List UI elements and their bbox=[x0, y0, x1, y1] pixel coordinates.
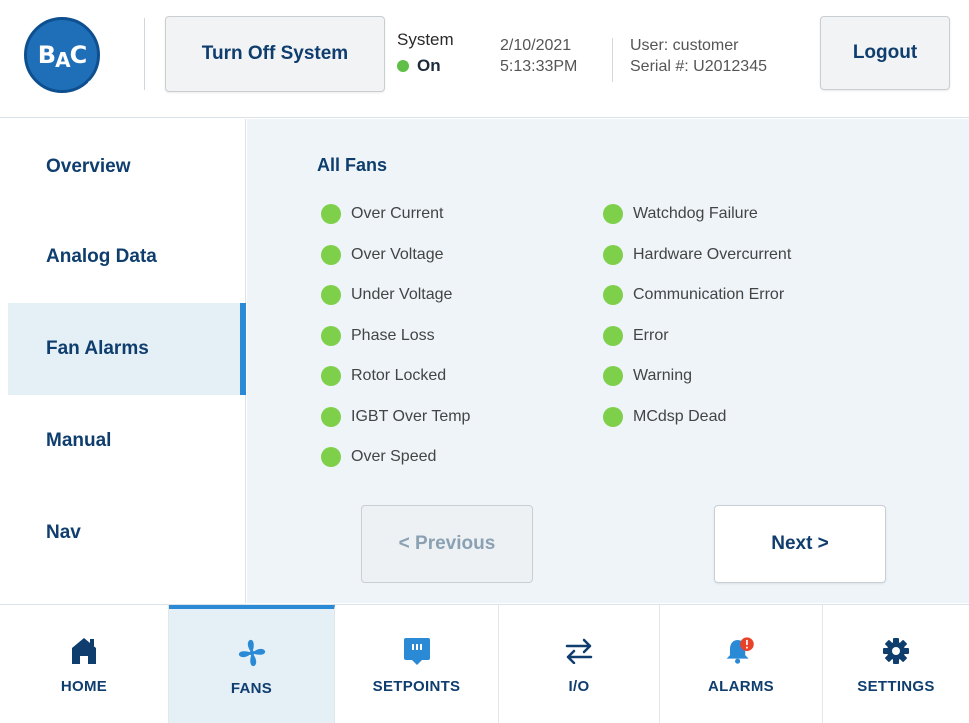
tab-alarms[interactable]: ALARMS bbox=[660, 605, 823, 723]
user-text: User: customer bbox=[630, 37, 739, 54]
sidebar-item-analog-data[interactable]: Analog Data bbox=[8, 211, 246, 303]
alarm-item: MCdsp Dead bbox=[603, 407, 726, 427]
previous-button[interactable]: < Previous bbox=[361, 505, 533, 583]
datetime: 2/10/2021 5:13:33PM bbox=[500, 35, 577, 77]
serial-text: Serial #: U2012345 bbox=[630, 58, 767, 75]
tab-setpoints[interactable]: SETPOINTS bbox=[335, 605, 499, 723]
status-dot-icon bbox=[603, 285, 623, 305]
date-text: 2/10/2021 bbox=[500, 37, 572, 54]
system-status: System On bbox=[397, 30, 454, 76]
alarm-item: Over Current bbox=[321, 204, 443, 224]
sidebar-item-manual[interactable]: Manual bbox=[8, 395, 246, 487]
home-icon bbox=[67, 634, 101, 668]
tab-home[interactable]: HOME bbox=[0, 605, 169, 723]
gear-icon bbox=[879, 634, 913, 668]
setpoints-icon bbox=[400, 634, 434, 668]
alarm-bell-icon bbox=[724, 634, 758, 668]
status-dot-icon bbox=[603, 245, 623, 265]
bottom-nav: HOME FANS SETPOINTS I/O ALARMS SETTINGS bbox=[0, 604, 969, 723]
tab-fans[interactable]: FANS bbox=[169, 605, 335, 723]
alarm-item: Error bbox=[603, 326, 669, 346]
status-dot-icon bbox=[321, 407, 341, 427]
alarm-item: Over Voltage bbox=[321, 245, 444, 265]
turn-off-system-button[interactable]: Turn Off System bbox=[165, 16, 385, 92]
status-dot-icon bbox=[603, 204, 623, 224]
status-dot-icon bbox=[321, 326, 341, 346]
status-dot-icon bbox=[321, 245, 341, 265]
alarm-item: Hardware Overcurrent bbox=[603, 245, 791, 265]
status-dot-icon bbox=[321, 366, 341, 386]
alarm-item: IGBT Over Temp bbox=[321, 407, 470, 427]
status-dot-icon bbox=[321, 447, 341, 467]
status-dot-icon bbox=[603, 407, 623, 427]
section-title: All Fans bbox=[317, 155, 388, 175]
tab-io[interactable]: I/O bbox=[499, 605, 660, 723]
status-dot-icon bbox=[603, 326, 623, 346]
header: BAC ® Turn Off System System On 2/10/202… bbox=[0, 0, 969, 118]
logout-button[interactable]: Logout bbox=[820, 16, 950, 90]
status-dot-icon bbox=[321, 285, 341, 305]
alarm-item: Phase Loss bbox=[321, 326, 435, 346]
alarm-item: Warning bbox=[603, 366, 692, 386]
sidebar-item-overview[interactable]: Overview bbox=[8, 121, 246, 213]
divider bbox=[144, 18, 145, 90]
divider bbox=[612, 38, 613, 82]
sidebar-item-nav[interactable]: Nav bbox=[8, 487, 246, 579]
alarm-item: Over Speed bbox=[321, 447, 436, 467]
fan-icon bbox=[235, 636, 269, 670]
alarm-item: Under Voltage bbox=[321, 285, 452, 305]
bac-logo: BAC ® bbox=[24, 17, 100, 93]
sidebar: Overview Analog Data Fan Alarms Manual N… bbox=[0, 119, 246, 603]
alarm-item: Rotor Locked bbox=[321, 366, 446, 386]
system-label: System bbox=[397, 30, 454, 49]
tab-settings[interactable]: SETTINGS bbox=[823, 605, 969, 723]
io-arrows-icon bbox=[562, 634, 596, 668]
status-dot-icon bbox=[603, 366, 623, 386]
status-dot-icon bbox=[397, 60, 409, 72]
main-panel: All Fans Over Current Over Voltage Under… bbox=[247, 119, 969, 603]
next-button[interactable]: Next > bbox=[714, 505, 886, 583]
alarm-item: Watchdog Failure bbox=[603, 204, 758, 224]
user-info: User: customer Serial #: U2012345 bbox=[630, 35, 767, 77]
status-dot-icon bbox=[321, 204, 341, 224]
logo-text: BAC bbox=[37, 41, 87, 72]
alarm-item: Communication Error bbox=[603, 285, 784, 305]
time-text: 5:13:33PM bbox=[500, 58, 578, 75]
system-status-value: On bbox=[417, 56, 441, 75]
sidebar-item-fan-alarms[interactable]: Fan Alarms bbox=[8, 303, 246, 395]
